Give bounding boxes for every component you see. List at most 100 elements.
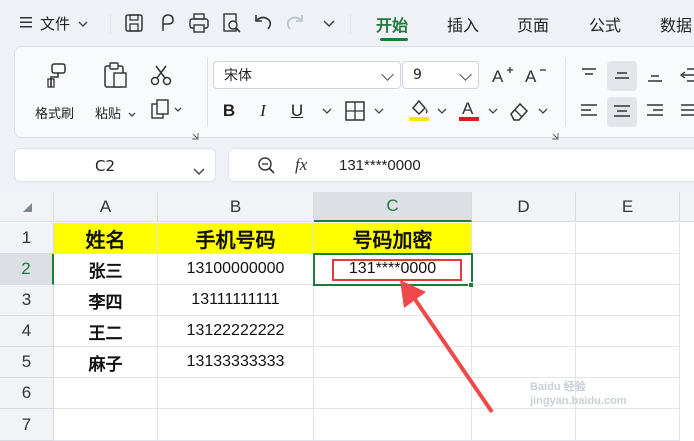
paste-icon[interactable] <box>101 61 129 93</box>
tab-insert[interactable]: 插入 <box>447 12 479 36</box>
cell-a5[interactable]: 麻子 <box>54 347 158 378</box>
dialog-launcher-icon[interactable] <box>551 125 559 144</box>
triangle-icon <box>22 202 32 212</box>
font-name-select[interactable]: 宋体 <box>213 61 401 89</box>
align-left-icon[interactable] <box>577 99 601 123</box>
chevron-down-icon <box>459 68 472 81</box>
cell-b4[interactable]: 13122222222 <box>158 316 314 347</box>
undo-icon[interactable] <box>251 11 275 35</box>
column-header-c[interactable]: C <box>314 192 472 222</box>
cell-e2[interactable] <box>576 254 680 285</box>
print-icon[interactable] <box>187 11 211 35</box>
dialog-launcher-icon[interactable] <box>191 125 199 144</box>
name-box[interactable]: C2 <box>14 148 216 182</box>
save-icon[interactable] <box>122 11 146 35</box>
bold-button[interactable]: B <box>217 99 241 123</box>
justify-icon[interactable] <box>675 99 694 123</box>
cell-a1[interactable]: 姓名 <box>54 223 158 254</box>
cell-b2[interactable]: 13100000000 <box>158 254 314 285</box>
font-size-select[interactable]: 9 <box>402 61 479 89</box>
active-tab-indicator <box>380 38 408 41</box>
format-painter-label[interactable]: 格式刷 <box>35 103 74 122</box>
row-header-1[interactable]: 1 <box>0 223 54 254</box>
tab-formulas[interactable]: 公式 <box>589 12 621 36</box>
export-pdf-icon[interactable] <box>155 11 179 35</box>
spreadsheet-grid: A B C D E 1 2 3 4 5 6 7 姓名 手机号码 号码加密 张三 … <box>0 192 694 441</box>
redo-icon[interactable] <box>283 11 307 35</box>
column-header-d[interactable]: D <box>472 192 576 222</box>
chevron-down-icon <box>381 68 394 81</box>
row-header-7[interactable]: 7 <box>0 409 54 441</box>
cell-e1[interactable] <box>576 223 680 254</box>
cell-c1[interactable]: 号码加密 <box>314 223 472 254</box>
row-header-4[interactable]: 4 <box>0 316 54 347</box>
print-preview-icon[interactable] <box>219 11 243 35</box>
formula-bar[interactable]: fx 131****0000 <box>228 148 694 182</box>
cell-reference: C2 <box>95 157 116 175</box>
row-header-5[interactable]: 5 <box>0 347 54 378</box>
svg-text:A: A <box>492 67 504 86</box>
column-header-b[interactable]: B <box>158 192 314 222</box>
row-header-2[interactable]: 2 <box>0 254 54 285</box>
increase-font-icon[interactable]: A <box>490 63 514 87</box>
chevron-down-icon[interactable] <box>531 99 555 123</box>
cell-b6[interactable] <box>158 378 314 409</box>
copy-icon[interactable] <box>149 99 185 125</box>
cell-a6[interactable] <box>54 378 158 409</box>
paste-label[interactable]: 粘贴 <box>95 103 136 122</box>
font-color-icon[interactable]: A <box>457 97 481 121</box>
align-middle-icon[interactable] <box>607 61 637 91</box>
file-menu-label: 文件 <box>40 14 71 33</box>
cell-e7[interactable] <box>576 409 680 441</box>
underline-dropdown-icon[interactable] <box>315 99 339 123</box>
align-right-icon[interactable] <box>643 99 667 123</box>
cell-e5[interactable] <box>576 347 680 378</box>
chevron-down-icon[interactable] <box>317 11 341 35</box>
tab-data[interactable]: 数据 <box>660 12 692 36</box>
row-header-6[interactable]: 6 <box>0 378 54 409</box>
annotation-arrow-icon <box>400 280 494 414</box>
column-header-a[interactable]: A <box>54 192 158 222</box>
tab-home[interactable]: 开始 <box>376 12 408 36</box>
indent-icon[interactable] <box>675 63 694 87</box>
column-header-e[interactable]: E <box>576 192 680 222</box>
chevron-down-icon[interactable] <box>481 99 505 123</box>
cell-b3[interactable]: 13111111111 <box>158 285 314 316</box>
watermark-text: Baidu 经验 jingyan.baidu.com <box>530 381 627 407</box>
cell-b1[interactable]: 手机号码 <box>158 223 314 254</box>
cell-e4[interactable] <box>576 316 680 347</box>
underline-button[interactable]: U <box>285 99 309 123</box>
cell-a2[interactable]: 张三 <box>54 254 158 285</box>
align-center-icon[interactable] <box>607 97 637 127</box>
font-size-value: 9 <box>413 67 422 83</box>
cell-e3[interactable] <box>576 285 680 316</box>
decrease-font-icon[interactable]: A <box>523 63 547 87</box>
chevron-down-icon <box>193 161 205 180</box>
column-header-f[interactable] <box>680 192 694 222</box>
cell-b7[interactable] <box>158 409 314 441</box>
row-header-3[interactable]: 3 <box>0 285 54 316</box>
cell-a7[interactable] <box>54 409 158 441</box>
align-bottom-icon[interactable] <box>643 63 667 87</box>
chevron-down-icon[interactable] <box>367 99 391 123</box>
zoom-formula-icon[interactable] <box>257 156 277 180</box>
format-painter-icon[interactable] <box>43 61 71 93</box>
eraser-icon[interactable] <box>507 99 531 123</box>
chevron-down-icon[interactable] <box>430 99 454 123</box>
cell-d1[interactable] <box>472 223 576 254</box>
ribbon: 格式刷 粘贴 宋体 9 A A B I U A <box>14 46 694 140</box>
cell-a3[interactable]: 李四 <box>54 285 158 316</box>
borders-icon[interactable] <box>343 99 367 123</box>
select-all-corner[interactable] <box>0 192 54 222</box>
cell-b5[interactable]: 13133333333 <box>158 347 314 378</box>
fill-color-icon[interactable] <box>407 97 431 121</box>
scissors-icon[interactable] <box>149 63 173 91</box>
font-name-value: 宋体 <box>224 68 252 84</box>
tab-page[interactable]: 页面 <box>517 12 549 36</box>
italic-button[interactable]: I <box>251 99 275 123</box>
align-top-icon[interactable] <box>577 63 601 87</box>
cell-a4[interactable]: 王二 <box>54 316 158 347</box>
function-icon[interactable]: fx <box>295 155 307 175</box>
file-menu[interactable]: 文件 <box>20 10 88 36</box>
chevron-down-icon <box>128 107 136 122</box>
